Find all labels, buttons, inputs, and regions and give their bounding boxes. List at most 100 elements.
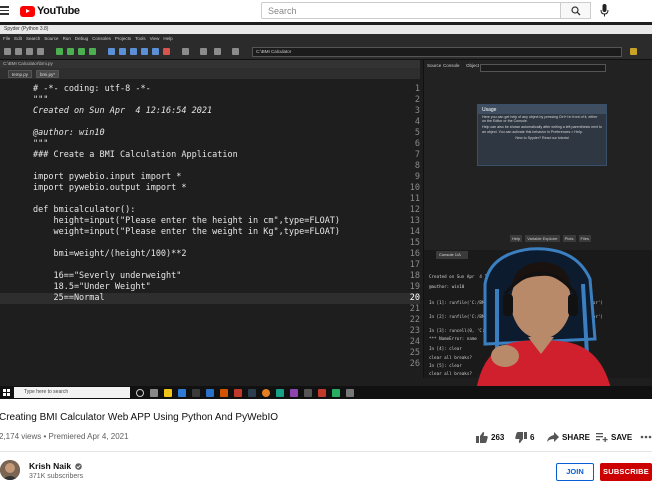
code-editor[interactable]: 1 # -*- coding: utf-8 -*- 2 """ 3 Created o… — [0, 80, 420, 378]
menu-item[interactable]: Help — [163, 36, 172, 41]
python-path-icon[interactable] — [214, 48, 221, 55]
open-file-icon[interactable] — [15, 48, 22, 55]
run-cell-icon[interactable] — [67, 48, 74, 55]
edge-icon[interactable] — [178, 389, 186, 397]
channel-name[interactable]: Krish Naik — [29, 461, 83, 471]
cortana-icon[interactable] — [136, 389, 144, 397]
run-cell-advance-icon[interactable] — [78, 48, 85, 55]
menu-item[interactable]: File — [3, 36, 10, 41]
hamburger-menu-icon[interactable] — [0, 4, 12, 18]
line-number: 15 — [409, 238, 420, 248]
menu-item[interactable]: Source — [44, 36, 58, 41]
save-icon[interactable] — [26, 48, 33, 55]
run-icon[interactable] — [56, 48, 63, 55]
stop-icon[interactable] — [163, 48, 170, 55]
spyder-task-icon[interactable] — [234, 389, 242, 397]
office-icon[interactable] — [220, 389, 228, 397]
tab-temp[interactable]: temp.py — [8, 70, 33, 78]
object-input[interactable] — [480, 64, 606, 72]
code-line: 26 — [0, 359, 420, 370]
channel-avatar[interactable] — [0, 460, 20, 480]
save-label: SAVE — [611, 432, 633, 442]
browse-folder-icon[interactable] — [630, 48, 637, 55]
tab-variable-explorer[interactable]: Variable Explorer — [525, 235, 560, 242]
line-number: 1 — [414, 84, 420, 94]
menu-item[interactable]: Projects — [115, 36, 131, 41]
dislike-button[interactable]: 6 — [515, 429, 534, 445]
line-number: 16 — [409, 249, 420, 259]
code-line: 8 — [0, 161, 420, 172]
save-all-icon[interactable] — [37, 48, 44, 55]
app-icon[interactable] — [332, 389, 340, 397]
verified-icon — [75, 463, 83, 471]
windows-start-icon[interactable] — [3, 389, 10, 396]
step-into-icon[interactable] — [130, 48, 137, 55]
line-number: 25 — [409, 348, 420, 358]
preferences-icon[interactable] — [200, 48, 207, 55]
new-file-icon[interactable] — [4, 48, 11, 55]
presenter-webcam — [475, 247, 652, 399]
thumbs-down-icon — [515, 431, 527, 443]
tab-source[interactable]: Source — [427, 63, 441, 68]
help-link[interactable]: New to Spyder? Read our tutorial — [478, 135, 606, 141]
code-line: 18 16=="Severly underweight" — [0, 271, 420, 282]
spyder-toolbar: C:\BMI Calculator — [0, 44, 652, 60]
line-number: 10 — [409, 183, 420, 193]
tab-help[interactable]: Help — [510, 235, 523, 242]
step-icon[interactable] — [119, 48, 126, 55]
app-icon[interactable] — [318, 389, 326, 397]
youtube-logo[interactable]: YouTube — [20, 5, 80, 17]
youtube-play-icon — [20, 5, 35, 17]
step-return-icon[interactable] — [141, 48, 148, 55]
search-icon — [571, 6, 581, 16]
search-input[interactable]: Search — [261, 2, 561, 19]
continue-icon[interactable] — [152, 48, 159, 55]
menu-item[interactable]: Tools — [135, 36, 146, 41]
app-icon[interactable] — [290, 389, 298, 397]
tab-plots[interactable]: Plots — [562, 235, 576, 242]
microphone-icon[interactable] — [600, 4, 609, 17]
maximize-pane-icon[interactable] — [182, 48, 189, 55]
working-directory-field[interactable]: C:\BMI Calculator — [252, 47, 622, 57]
code-line: 3 Created on Sun Apr 4 12:16:54 2021 — [0, 106, 420, 117]
like-button[interactable]: 263 — [476, 429, 504, 445]
menu-item[interactable]: Search — [26, 36, 40, 41]
run-selection-icon[interactable] — [89, 48, 96, 55]
app-icon[interactable] — [276, 389, 284, 397]
share-button[interactable]: SHARE — [547, 429, 590, 445]
menu-item[interactable]: Run — [63, 36, 71, 41]
store-icon[interactable] — [192, 389, 200, 397]
task-view-icon[interactable] — [150, 389, 158, 397]
subscribe-button[interactable]: SUBSCRIBE — [600, 463, 652, 481]
editor-path: C:\BMI Calculator\bmi.py — [0, 60, 420, 68]
line-text: """ — [33, 95, 49, 105]
menu-item[interactable]: Edit — [14, 36, 22, 41]
help-toolbar: Source Console Object — [424, 62, 652, 72]
video-player[interactable]: Spyder (Python 3.8) File Edit Search Source… — [0, 22, 652, 399]
code-line: 24 — [0, 337, 420, 348]
menu-item[interactable]: Consoles — [92, 36, 111, 41]
logo-text: YouTube — [37, 5, 80, 17]
join-button[interactable]: JOIN — [556, 463, 594, 481]
file-explorer-icon[interactable] — [164, 389, 172, 397]
menu-item[interactable]: View — [150, 36, 160, 41]
more-actions-button[interactable] — [640, 429, 652, 445]
app-icon[interactable] — [346, 389, 354, 397]
line-number: 21 — [409, 304, 420, 314]
chrome-icon[interactable] — [262, 389, 270, 397]
tab-object[interactable]: Object — [466, 63, 479, 68]
tab-bmi[interactable]: bmi.py* — [36, 70, 60, 78]
tab-files[interactable]: Files — [578, 235, 591, 242]
line-number: 6 — [414, 139, 420, 149]
divider — [0, 451, 652, 452]
tab-console[interactable]: Console — [443, 63, 460, 68]
save-button[interactable]: SAVE — [596, 429, 632, 445]
app-icon[interactable] — [248, 389, 256, 397]
debug-icon[interactable] — [108, 48, 115, 55]
app-icon[interactable] — [304, 389, 312, 397]
taskbar-search[interactable]: Type here to search — [14, 387, 130, 398]
search-button[interactable] — [561, 2, 591, 19]
mail-icon[interactable] — [206, 389, 214, 397]
menu-item[interactable]: Debug — [75, 36, 88, 41]
wrench-icon[interactable] — [232, 48, 239, 55]
